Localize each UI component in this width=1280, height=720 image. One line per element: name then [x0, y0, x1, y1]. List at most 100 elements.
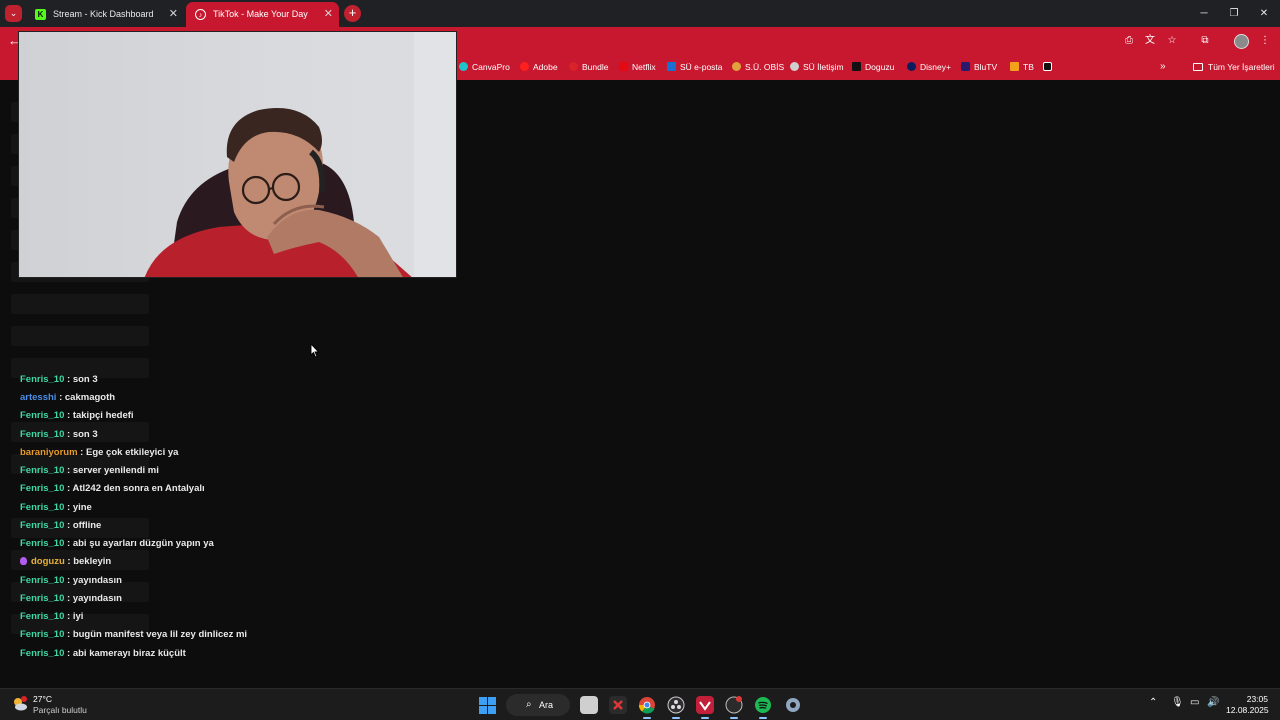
- chat-separator: :: [64, 429, 73, 440]
- install-app-icon[interactable]: ⎙: [1122, 34, 1136, 48]
- translate-icon[interactable]: 文: [1143, 34, 1157, 48]
- bookmark-tiktok[interactable]: [1043, 56, 1056, 78]
- bookmark-item[interactable]: SÜ e-posta: [667, 56, 723, 78]
- chat-separator: :: [64, 611, 73, 622]
- chat-username: Fenris_10: [20, 483, 65, 494]
- webcam-overlay[interactable]: [18, 31, 457, 278]
- chat-separator: :: [64, 648, 73, 659]
- bookmark-item[interactable]: Netflix: [619, 56, 656, 78]
- network-icon[interactable]: ▭: [1190, 697, 1199, 708]
- bookmark-item[interactable]: TB: [1010, 56, 1034, 78]
- app-icon[interactable]: [609, 696, 627, 714]
- chat-text: yayındasın: [72, 593, 122, 604]
- spotify-icon[interactable]: [754, 696, 772, 719]
- tab-kick-dashboard[interactable]: K Stream - Kick Dashboard ✕: [26, 2, 184, 27]
- minimize-icon[interactable]: ─: [1188, 0, 1220, 27]
- tb-icon: [1010, 62, 1019, 71]
- show-hidden-icons-chevron-icon[interactable]: ⌃: [1149, 697, 1157, 708]
- chat-username: Fenris_10: [20, 429, 65, 440]
- chat-text: Atl242 den sonra en Antalyalı: [72, 483, 205, 494]
- bookmark-item[interactable]: S.Ü. OBİS: [732, 56, 784, 78]
- obs-icon[interactable]: [667, 696, 685, 719]
- bookmark-item[interactable]: Bundle: [569, 56, 608, 78]
- app-icon[interactable]: [696, 696, 714, 719]
- microphone-icon[interactable]: 🎙: [1171, 697, 1184, 708]
- profile-avatar[interactable]: [1234, 34, 1249, 49]
- bookmark-item[interactable]: Disney+: [907, 56, 951, 78]
- mail-icon: [667, 62, 676, 71]
- chat-message: Fenris_10 : bugün manifest veya lil zey …: [20, 628, 247, 642]
- blutv-icon: [961, 62, 970, 71]
- chat-message: artesshi : cakmagoth: [20, 391, 115, 405]
- chat-text: iyi: [72, 611, 84, 622]
- restore-icon[interactable]: ❐: [1218, 0, 1250, 27]
- folder-icon: [1193, 63, 1203, 71]
- search-icon: ⌕: [526, 699, 532, 710]
- chat-username: Fenris_10: [20, 611, 65, 622]
- tab-search-button[interactable]: ⌄: [5, 5, 22, 22]
- bookmark-item[interactable]: SÜ İletişim: [790, 56, 844, 78]
- tab-tiktok[interactable]: ♪ TikTok - Make Your Day ✕: [186, 2, 339, 27]
- chat-username: Fenris_10: [20, 629, 65, 640]
- adobe-icon: [520, 62, 529, 71]
- bookmark-item[interactable]: CanvaPro: [459, 56, 510, 78]
- screen: ⌄ K Stream - Kick Dashboard ✕ ♪ TikTok -…: [0, 0, 1280, 720]
- extensions-icon[interactable]: ⧉: [1198, 34, 1212, 48]
- chat-separator: :: [77, 447, 86, 458]
- chat-text: bugün manifest veya lil zey dinlicez mi: [72, 629, 248, 640]
- chat-message: Fenris_10 : iyi: [20, 610, 83, 624]
- chat-message: doguzu : bekleyin: [20, 555, 111, 569]
- chat-separator: :: [56, 392, 65, 403]
- search-label: Ara: [539, 700, 554, 710]
- chat-separator: :: [64, 593, 73, 604]
- chat-message: Fenris_10 : takipçi hedefi: [20, 409, 134, 423]
- chat-message: Fenris_10 : yayındasın: [20, 592, 122, 606]
- bookmark-star-icon[interactable]: ☆: [1165, 34, 1179, 48]
- mouse-cursor-icon: [310, 343, 320, 358]
- chat-message: Fenris_10 : abi kamerayı biraz küçült: [20, 647, 186, 661]
- chat-separator: :: [64, 465, 73, 476]
- weather-temperature[interactable]: 27°C: [33, 694, 52, 704]
- settings-gear-icon[interactable]: [784, 696, 802, 714]
- chat-separator: :: [64, 575, 73, 586]
- more-menu-icon[interactable]: ⋮: [1258, 34, 1272, 48]
- more-bookmarks-chevron-icon[interactable]: »: [1160, 56, 1166, 78]
- chat-separator: :: [64, 410, 73, 421]
- bookmark-item[interactable]: Adobe: [520, 56, 558, 78]
- chat-text: abi şu ayarları düzgün yapın ya: [72, 538, 214, 549]
- university-icon: [790, 62, 799, 71]
- kick-logo-icon: K: [35, 9, 46, 20]
- bookmark-item[interactable]: BluTV: [961, 56, 997, 78]
- chrome-icon[interactable]: [638, 696, 656, 719]
- taskbar-search-button[interactable]: ⌕ Ara: [506, 694, 570, 716]
- x-logo-icon: [852, 62, 861, 71]
- chat-username: Fenris_10: [20, 538, 65, 549]
- netflix-icon: [619, 62, 628, 71]
- tab-label: Stream - Kick Dashboard: [53, 9, 154, 19]
- browser-tab-bar: ⌄ K Stream - Kick Dashboard ✕ ♪ TikTok -…: [0, 0, 1280, 27]
- chat-username: baraniyorum: [20, 447, 78, 458]
- discord-icon[interactable]: [725, 696, 743, 719]
- chat-separator: :: [64, 520, 73, 531]
- chat-text: son 3: [72, 374, 98, 385]
- chat-message: Fenris_10 : offline: [20, 519, 101, 533]
- close-icon[interactable]: ✕: [324, 2, 333, 27]
- weather-partly-cloudy-icon[interactable]: [11, 695, 29, 713]
- chat-overlay: Fenris_10 : son 3 artesshi : cakmagoth F…: [20, 373, 440, 663]
- windows-start-icon[interactable]: [479, 697, 496, 714]
- bookmark-item[interactable]: Doguzu: [852, 56, 894, 78]
- close-icon[interactable]: ✕: [169, 2, 178, 27]
- bundle-icon: [569, 62, 578, 71]
- file-explorer-icon[interactable]: [580, 696, 598, 714]
- window-close-icon[interactable]: ✕: [1248, 0, 1280, 27]
- chat-text: takipçi hedefi: [72, 410, 134, 421]
- chat-message: Fenris_10 : yine: [20, 501, 92, 515]
- volume-icon[interactable]: 🔊: [1207, 697, 1219, 708]
- all-bookmarks-folder[interactable]: Tüm Yer İşaretleri: [1193, 56, 1275, 78]
- canva-icon: [459, 62, 468, 71]
- clock-date[interactable]: 12.08.2025: [1226, 705, 1269, 715]
- clock-time[interactable]: 23:05: [1235, 694, 1268, 704]
- chat-text: Ege çok etkileyici ya: [86, 447, 179, 458]
- weather-description[interactable]: Parçalı bulutlu: [33, 705, 87, 715]
- new-tab-button[interactable]: +: [344, 5, 361, 22]
